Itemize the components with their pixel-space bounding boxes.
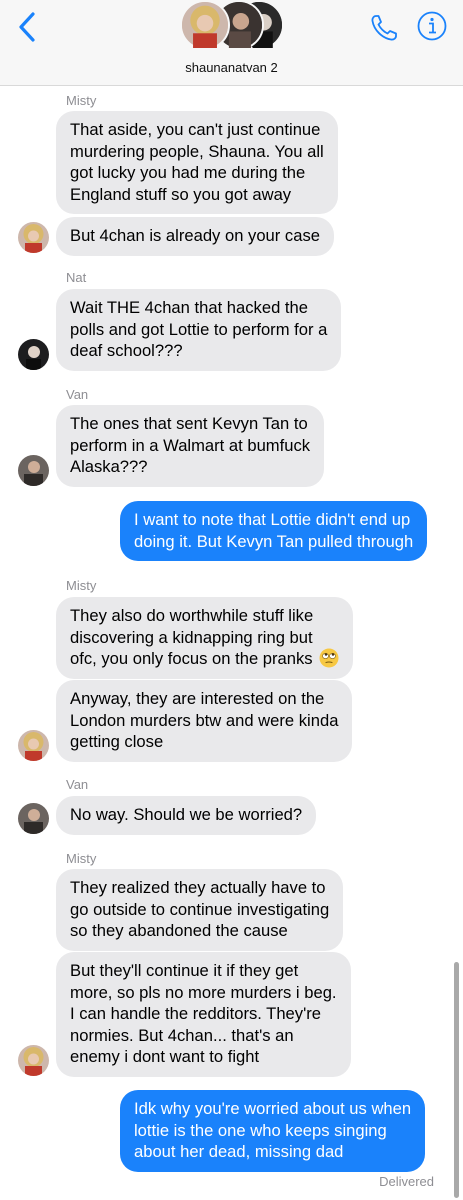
message-bubble[interactable]: Anyway, they are interested on the Londo… <box>56 680 353 762</box>
message-line-text: ofc, you only focus on the pranks <box>70 649 313 668</box>
eye-roll-emoji-icon <box>319 648 339 668</box>
phone-icon <box>371 15 397 41</box>
message-line: I can handle the redditors. They're <box>70 1004 321 1023</box>
message-line: doing it. But Kevyn Tan pulled through <box>134 531 414 551</box>
message-line: Alaska??? <box>70 457 148 476</box>
avatar[interactable] <box>18 339 49 370</box>
message-bubble[interactable]: But they'll continue it if they get more… <box>56 952 351 1077</box>
delivery-status: Delivered <box>379 1174 434 1189</box>
message-line: polls and got Lottie to perform for a <box>70 319 328 339</box>
sender-label: Misty <box>66 578 97 593</box>
group-name[interactable]: shaunanatvan 2 <box>0 60 463 75</box>
message-bubble[interactable]: They also do worthwhile stuff like disco… <box>56 597 354 679</box>
sent-message-bubble[interactable]: Idk why you're worried about us when lot… <box>120 1090 426 1172</box>
call-button[interactable] <box>368 12 400 44</box>
message-line: got lucky you had me during the <box>70 163 306 182</box>
message-line: go outside to continue investigating <box>70 899 330 919</box>
message-bubble[interactable]: The ones that sent Kevyn Tan to perform … <box>56 405 325 487</box>
message-bubble[interactable]: No way. Should we be worried? <box>56 796 317 835</box>
conversation-header: shaunanatvan 2 <box>0 0 463 86</box>
message-bubble[interactable]: They realized they actually have to go o… <box>56 869 344 951</box>
message-line: Wait THE 4chan that hacked the <box>70 298 308 317</box>
message-line: That aside, you can't just continue <box>70 120 321 139</box>
message-line: London murders btw and were kinda <box>70 710 339 730</box>
sender-label: Nat <box>66 270 87 285</box>
message-line: so they abandoned the cause <box>70 921 288 940</box>
avatar[interactable] <box>18 222 49 253</box>
message-line: lottie is the one who keeps singing <box>134 1120 387 1140</box>
message-line: normies. But 4chan... that's an <box>70 1025 294 1045</box>
message-line: deaf school??? <box>70 341 183 360</box>
message-line: Idk why you're worried about us when <box>134 1099 412 1118</box>
back-button[interactable] <box>14 10 42 44</box>
message-line: But 4chan is already on your case <box>70 226 320 245</box>
message-line: perform in a Walmart at bumfuck <box>70 435 311 455</box>
message-line: They realized they actually have to <box>70 878 326 897</box>
message-line: getting close <box>70 732 164 751</box>
message-line: more, so pls no more murders i beg. <box>70 982 337 1002</box>
group-avatars[interactable] <box>178 0 288 50</box>
message-line: They also do worthwhile stuff like <box>70 606 314 625</box>
sent-message-bubble[interactable]: I want to note that Lottie didn't end up… <box>120 501 428 561</box>
message-line: ofc, you only focus on the pranks <box>70 648 339 670</box>
info-icon <box>417 11 447 41</box>
message-line: discovering a kidnapping ring but <box>70 627 313 647</box>
message-bubble[interactable]: Wait THE 4chan that hacked the polls and… <box>56 289 342 371</box>
message-line: enemy i dont want to fight <box>70 1047 260 1066</box>
sender-label: Van <box>66 387 89 402</box>
avatar[interactable] <box>18 455 49 486</box>
message-line: about her dead, missing dad <box>134 1142 344 1161</box>
message-bubble[interactable]: That aside, you can't just continue murd… <box>56 111 338 214</box>
chevron-left-icon <box>19 12 35 42</box>
message-line: murdering people, Shauna. You all <box>70 141 324 161</box>
avatar <box>180 0 230 50</box>
avatar[interactable] <box>18 803 49 834</box>
message-line: The ones that sent Kevyn Tan to <box>70 414 308 433</box>
message-bubble[interactable]: But 4chan is already on your case <box>56 217 334 256</box>
message-line: No way. Should we be worried? <box>70 805 303 824</box>
message-line: I want to note that Lottie didn't end up <box>134 510 411 529</box>
message-line: Anyway, they are interested on the <box>70 689 325 708</box>
scrollbar[interactable] <box>454 962 459 1198</box>
sender-label: Van <box>66 777 89 792</box>
info-button[interactable] <box>416 10 448 42</box>
sender-label: Misty <box>66 93 97 108</box>
avatar[interactable] <box>18 1045 49 1076</box>
message-line: England stuff so you got away <box>70 184 292 204</box>
sender-label: Misty <box>66 851 97 866</box>
avatar[interactable] <box>18 730 49 761</box>
message-line: But they'll continue it if they get <box>70 961 299 980</box>
